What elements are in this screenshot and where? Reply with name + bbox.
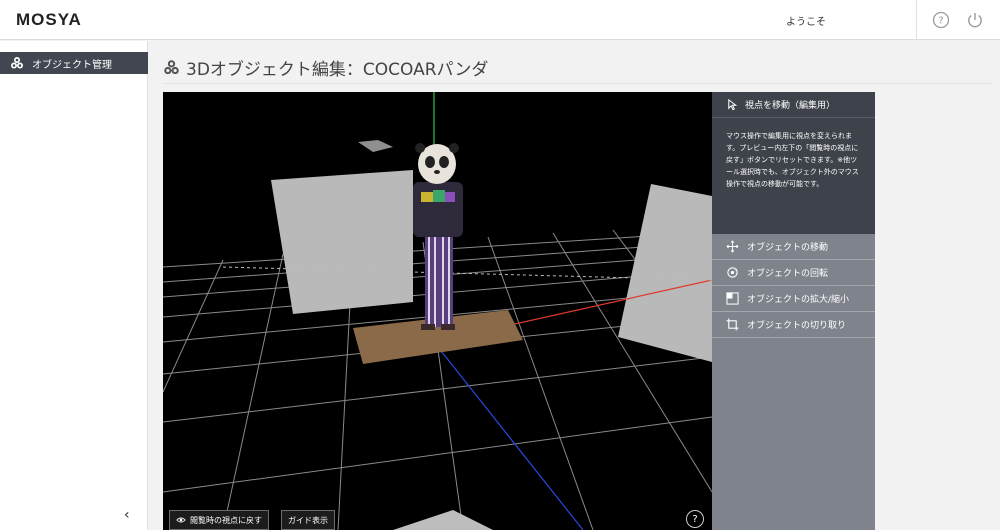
tool-description: マウス操作で編集用に視点を変えられます。プレビュー内左下の「閲覧時の視点に戻す」… [726,132,859,188]
page-title: 3Dオブジェクト編集：COCOARパンダ [163,55,488,80]
tool-rotate-object[interactable]: オブジェクトの回転 [712,260,875,286]
app-logo[interactable]: MOSYA [16,10,82,30]
help-circle-icon[interactable]: ? [932,11,950,29]
svg-text:?: ? [938,16,943,27]
pointer-hand-icon [728,98,738,111]
power-icon[interactable] [966,11,984,29]
tool-panel: 視点を移動（編集用） マウス操作で編集用に視点を変えられます。プレビュー内左下の… [712,92,875,530]
top-bar: MOSYA ようこそ ? [0,0,1000,40]
tool-crop-label: オブジェクトの切り取り [747,321,847,331]
panel-left [271,170,413,314]
viewer-help-button[interactable]: ? [686,510,704,528]
rotate-icon [727,267,738,278]
panda-figure[interactable] [413,143,463,330]
welcome-text: ようこそ [786,17,826,28]
title-divider [163,83,993,84]
sidebar: オブジェクト管理 ‹ [0,41,148,530]
tool-view-move[interactable]: 視点を移動（編集用） マウス操作で編集用に視点を変えられます。プレビュー内左下の… [712,92,875,234]
crop-icon [726,318,739,331]
guide-button[interactable]: ガイド表示 [281,510,335,530]
tool-move-label: オブジェクトの移動 [747,243,829,253]
tool-scale-label: オブジェクトの拡大/縮小 [747,295,850,305]
objects-icon [164,60,179,75]
tool-move-object[interactable]: オブジェクトの移動 [712,234,875,260]
reset-view-button[interactable]: 閲覧時の視点に戻す [169,510,269,530]
tool-scale-object[interactable]: オブジェクトの拡大/縮小 [712,286,875,312]
scale-icon [726,292,739,305]
tool-rotate-label: オブジェクトの回転 [747,269,829,279]
reset-view-label: 閲覧時の視点に戻す [190,515,262,525]
objects-icon [11,57,23,69]
guide-label: ガイド表示 [288,515,328,525]
3d-viewer[interactable]: 閲覧時の視点に戻す ガイド表示 ? [163,92,712,530]
tool-crop-object[interactable]: オブジェクトの切り取り [712,312,875,338]
eye-icon [176,517,186,523]
sidebar-item-label: オブジェクト管理 [32,59,112,71]
floor-object [393,510,493,530]
header-divider [916,0,917,40]
page-title-text: 3Dオブジェクト編集：COCOARパンダ [186,60,489,80]
tool-view-move-header[interactable]: 視点を移動（編集用） [712,92,875,118]
sidebar-item-object-management[interactable]: オブジェクト管理 [0,52,148,74]
tool-view-move-label: 視点を移動（編集用） [745,101,836,111]
collapse-sidebar-button[interactable]: ‹ [124,507,140,523]
axis-z [433,341,584,530]
move-icon [726,240,739,253]
floating-fragment [358,140,393,152]
3d-scene[interactable] [163,92,712,530]
panel-right [618,184,712,362]
